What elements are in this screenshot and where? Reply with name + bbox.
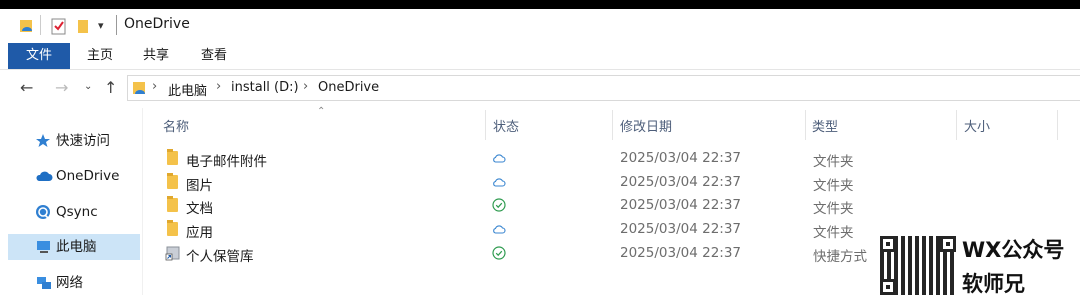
cloud-icon [492, 222, 506, 236]
column-divider[interactable] [612, 110, 613, 140]
column-header-status[interactable]: 状态 [493, 116, 519, 135]
watermark: WX公众号 软师兄 [880, 236, 1080, 296]
breadcrumb-separator[interactable]: › [152, 79, 157, 94]
sidebar-item-qsync[interactable]: Qsync [8, 199, 140, 225]
cloud-icon [492, 151, 506, 165]
column-header-date[interactable]: 修改日期 [620, 116, 672, 135]
breadcrumb-onedrive[interactable]: OneDrive [318, 80, 379, 95]
column-divider[interactable] [1057, 110, 1058, 140]
address-bar[interactable]: › 此电脑 › install (D:) › OneDrive ⌄ [127, 75, 1080, 101]
file-type: 文件夹 [813, 225, 854, 241]
tab-home[interactable]: 主页 [80, 43, 120, 69]
title-bar: ▾ OneDrive [0, 9, 1080, 43]
qr-code [880, 236, 956, 295]
properties-icon[interactable] [51, 17, 67, 39]
file-date: 2025/03/04 22:37 [620, 150, 742, 166]
folder-icon [167, 173, 178, 189]
column-divider[interactable] [485, 110, 486, 140]
network-icon [35, 275, 51, 291]
up-button[interactable]: ↑ [104, 78, 117, 97]
column-divider[interactable] [805, 110, 806, 140]
file-row[interactable]: 文档 2025/03/04 22:37 文件夹 [163, 193, 1063, 217]
star-icon [35, 133, 51, 149]
folder-pin-icon[interactable] [18, 17, 36, 39]
top-border [0, 0, 1080, 9]
sync-icon [35, 204, 51, 220]
shortcut-icon [165, 245, 181, 265]
divider [40, 15, 41, 35]
watermark-line-2: 软师兄 [962, 272, 1025, 296]
file-type: 快捷方式 [813, 249, 867, 265]
file-type: 文件夹 [813, 201, 854, 217]
ribbon-tabs: 文件 主页 共享 查看 [0, 43, 1080, 70]
back-button[interactable]: ← [20, 78, 33, 97]
navigation-bar: ← → ⌄ ↑ › 此电脑 › install (D:) › OneDrive … [0, 70, 1080, 106]
breadcrumb-drive[interactable]: install (D:) [231, 80, 299, 95]
column-header-type[interactable]: 类型 [812, 116, 838, 135]
computer-icon [35, 239, 51, 255]
recent-locations-dropdown[interactable]: ⌄ [84, 81, 92, 92]
divider [116, 15, 117, 35]
breadcrumb-separator[interactable]: › [216, 79, 221, 94]
sort-ascending-icon: ⌃ [317, 106, 326, 117]
location-icon [132, 80, 150, 100]
file-type: 文件夹 [813, 154, 854, 170]
file-row[interactable]: 电子邮件附件 2025/03/04 22:37 文件夹 [163, 146, 1063, 170]
file-date: 2025/03/04 22:37 [620, 245, 742, 261]
file-type: 文件夹 [813, 178, 854, 194]
folder-icon [167, 196, 178, 212]
file-date: 2025/03/04 22:37 [620, 174, 742, 190]
cloud-icon [492, 175, 506, 189]
file-name: 应用 [186, 225, 213, 241]
check-circle-icon [492, 198, 506, 212]
file-name: 个人保管库 [186, 249, 254, 265]
file-date: 2025/03/04 22:37 [620, 197, 742, 213]
sidebar-item-onedrive[interactable]: OneDrive [8, 163, 140, 189]
cloud-icon [35, 168, 53, 184]
tab-file[interactable]: 文件 [8, 43, 70, 69]
check-circle-icon [492, 246, 506, 260]
file-row[interactable]: 图片 2025/03/04 22:37 文件夹 [163, 170, 1063, 194]
breadcrumb-this-pc[interactable]: 此电脑 [168, 80, 207, 99]
sidebar-item-quick-access[interactable]: 快速访问 [8, 128, 140, 154]
column-header-size[interactable]: 大小 [964, 116, 990, 135]
forward-button[interactable]: → [55, 78, 68, 97]
window-title: OneDrive [124, 16, 190, 32]
column-header-name[interactable]: 名称 [163, 116, 189, 135]
sidebar-item-this-pc[interactable]: 此电脑 [8, 234, 140, 260]
breadcrumb-separator[interactable]: › [303, 79, 308, 94]
column-divider[interactable] [956, 110, 957, 140]
folder-icon [167, 149, 178, 165]
file-date: 2025/03/04 22:37 [620, 221, 742, 237]
watermark-line-1: WX公众号 [962, 238, 1065, 262]
folder-icon [167, 220, 178, 236]
tab-view[interactable]: 查看 [194, 43, 234, 69]
new-folder-icon[interactable] [76, 17, 90, 39]
file-name: 文档 [186, 201, 213, 217]
file-name: 图片 [186, 178, 213, 194]
customize-toolbar-dropdown[interactable]: ▾ [98, 19, 104, 32]
navigation-pane: 快速访问 OneDrive Qsync 此电脑 网络 [0, 108, 143, 295]
file-name: 电子邮件附件 [186, 154, 267, 170]
sidebar-item-network[interactable]: 网络 [8, 270, 140, 296]
tab-share[interactable]: 共享 [136, 43, 176, 69]
